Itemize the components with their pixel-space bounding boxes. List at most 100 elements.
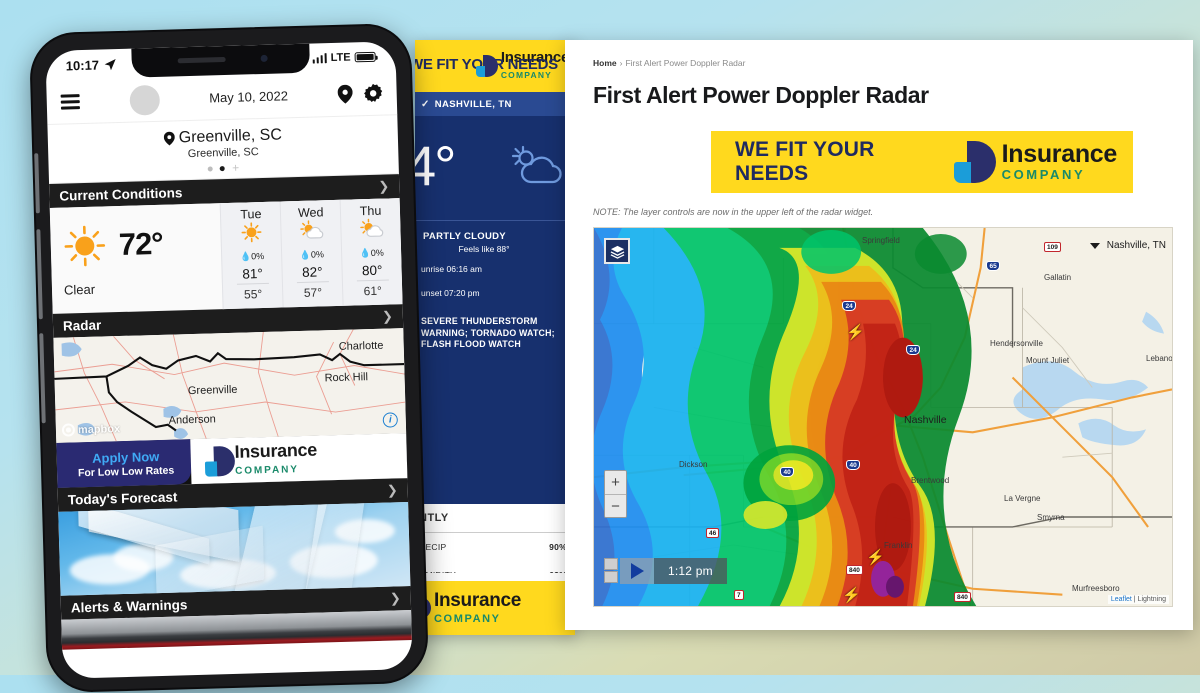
map-city-label: Murfreesboro	[1072, 584, 1120, 593]
sun-cloud-icon	[509, 142, 569, 195]
forecast-day[interactable]: Wed 💧0% 82° 57°	[280, 200, 343, 308]
play-button[interactable]	[620, 558, 654, 584]
highway-shield-icon: 840	[954, 592, 971, 602]
sun-icon	[238, 221, 265, 244]
location-arrow-icon	[104, 58, 117, 71]
forecast-low: 57°	[283, 285, 342, 301]
tablet-location-row[interactable]: ✓ NASHVILLE, TN	[415, 92, 575, 116]
map-pin-icon	[164, 131, 175, 145]
app-date: May 10, 2022	[209, 88, 288, 105]
speaker-grille	[178, 57, 226, 63]
tablet-weather-panel: ✓ NASHVILLE, TN 4° PARTLY CLOUDY Feels l…	[415, 92, 575, 504]
chevron-right-icon: ❯	[387, 482, 398, 498]
tablet-location-label: NASHVILLE, TN	[435, 99, 512, 110]
tablet-top-ad[interactable]: WE FIT YOUR NEEDS Insurance COMPANY	[415, 40, 575, 92]
map-pin-icon[interactable]	[337, 84, 353, 103]
attribution-layer: Lightning	[1138, 596, 1166, 603]
highway-shield-icon: 46	[706, 528, 719, 538]
brand-subtitle: COMPANY	[235, 464, 299, 477]
check-icon: ✓	[421, 99, 430, 110]
map-attribution: Leaflet | Lightning	[1108, 595, 1169, 604]
lightning-icon: ⚡	[842, 586, 861, 604]
avatar[interactable]	[129, 84, 160, 115]
forecast-precip: 💧0%	[223, 250, 282, 263]
highway-shield-icon: 65	[986, 261, 1000, 271]
mapbox-attribution[interactable]: mapbox	[62, 422, 121, 437]
droplet-icon: 💧	[240, 251, 251, 261]
brand-subtitle: COMPANY	[1002, 167, 1086, 182]
frame-step-buttons[interactable]	[604, 558, 618, 584]
section-title: Current Conditions	[59, 185, 182, 203]
forecast-day-name: Wed	[281, 205, 340, 221]
pagination-dot[interactable]	[208, 166, 213, 171]
tablet-bottom-ad[interactable]: Insurance COMPANY	[415, 573, 575, 635]
map-city-label: Nashville	[904, 414, 947, 426]
radar-playback-bar[interactable]: 1:12 pm	[604, 558, 727, 584]
tablet-panel: WE FIT YOUR NEEDS Insurance COMPANY ✓ NA…	[415, 40, 575, 635]
radar-location-dropdown[interactable]: Nashville, TN	[1090, 240, 1166, 251]
map-city-label: Anderson	[169, 413, 216, 426]
lightning-icon: ⚡	[866, 548, 885, 566]
radar-location-label: Nashville, TN	[1107, 240, 1166, 251]
tablet-condition: PARTLY CLOUDY	[423, 231, 575, 242]
breadcrumb-separator: ›	[620, 58, 623, 68]
zoom-in-button[interactable]: +	[605, 471, 626, 494]
banner-ad[interactable]: WE FIT YOUR NEEDS Insurance COMPANY	[711, 131, 1133, 193]
apply-now-button[interactable]: Apply Now For Low Low Rates	[56, 439, 191, 488]
zoom-out-button[interactable]: −	[605, 494, 626, 517]
insurance-logo: Insurance COMPANY	[190, 433, 407, 484]
brand-name: Insurance	[1002, 140, 1117, 168]
pagination-dot-active[interactable]	[220, 166, 225, 171]
location-selector[interactable]: Greenville, SC Greenville, SC +	[47, 115, 399, 184]
radar-widget[interactable]: Nashville, TN + − 1:12 pm Leaflet | Ligh…	[593, 227, 1173, 607]
map-city-label: Rock Hill	[324, 371, 368, 384]
map-city-label: Charlotte	[339, 340, 384, 353]
zoom-controls[interactable]: + −	[604, 470, 627, 518]
insurance-logo: Insurance COMPANY	[954, 141, 1117, 183]
leaflet-link[interactable]: Leaflet	[1111, 596, 1132, 603]
tablet-condition-block: PARTLY CLOUDY Feels like 88°	[415, 225, 575, 254]
forecast-day-name: Thu	[341, 203, 400, 219]
tablet-currently-title: NTLY	[415, 512, 575, 524]
forecast-low: 61°	[343, 283, 402, 299]
current-condition: Clear	[64, 278, 223, 297]
hamburger-menu-icon[interactable]	[61, 94, 80, 109]
add-location-button[interactable]: +	[232, 164, 239, 172]
map-city-label: Springfield	[862, 236, 900, 245]
sun-icon	[62, 223, 107, 268]
map-city-label: Gallatin	[1044, 273, 1071, 282]
insurance-logo: Insurance COMPANY	[415, 591, 521, 626]
forecast-low: 55°	[224, 286, 283, 302]
map-city-label: Franklin	[884, 541, 912, 550]
mini-radar-map[interactable]: Charlotte Rock Hill Greenville Anderson …	[53, 328, 406, 443]
highway-shield-icon: 24	[906, 345, 920, 355]
highway-shield-icon: 7	[734, 590, 744, 600]
highway-shield-icon: 40	[846, 460, 860, 470]
map-city-label: Smyrna	[1037, 513, 1065, 522]
todays-forecast-thumbnail[interactable]	[58, 502, 410, 596]
gear-icon[interactable]	[363, 84, 383, 104]
breadcrumb-home[interactable]: Home	[593, 58, 617, 68]
play-icon	[631, 563, 644, 579]
forecast-day[interactable]: Thu 💧0% 80° 61°	[340, 198, 403, 306]
forecast-day[interactable]: Tue 💧0% 81° 55°	[220, 202, 283, 310]
current-temperature: 72°	[118, 225, 163, 262]
layers-icon[interactable]	[604, 238, 630, 264]
radar-timestamp: 1:12 pm	[654, 558, 727, 584]
network-label: LTE	[331, 51, 351, 64]
lightning-icon: ⚡	[846, 323, 865, 341]
tablet-sun-times: unrise 06:16 am unset 07:20 pm	[415, 254, 575, 298]
section-title: Today's Forecast	[68, 489, 178, 507]
browser-window: Home›First Alert Power Doppler Radar Fir…	[565, 40, 1193, 630]
current-weather: 72° Clear	[50, 203, 223, 314]
forecast-high: 82°	[296, 264, 328, 283]
forecast-day-name: Tue	[221, 207, 280, 223]
mapbox-label: mapbox	[78, 423, 121, 436]
droplet-icon: 💧	[359, 248, 370, 258]
signal-bars-icon	[312, 53, 327, 63]
leaf-icon	[476, 55, 498, 77]
banner-ad-headline: WE FIT YOUR NEEDS	[735, 138, 954, 186]
map-city-label: Hendersonville	[990, 339, 1043, 348]
phone-screen: 10:17 LTE May 10, 2022	[45, 41, 412, 679]
forecast-high: 81°	[236, 266, 268, 285]
